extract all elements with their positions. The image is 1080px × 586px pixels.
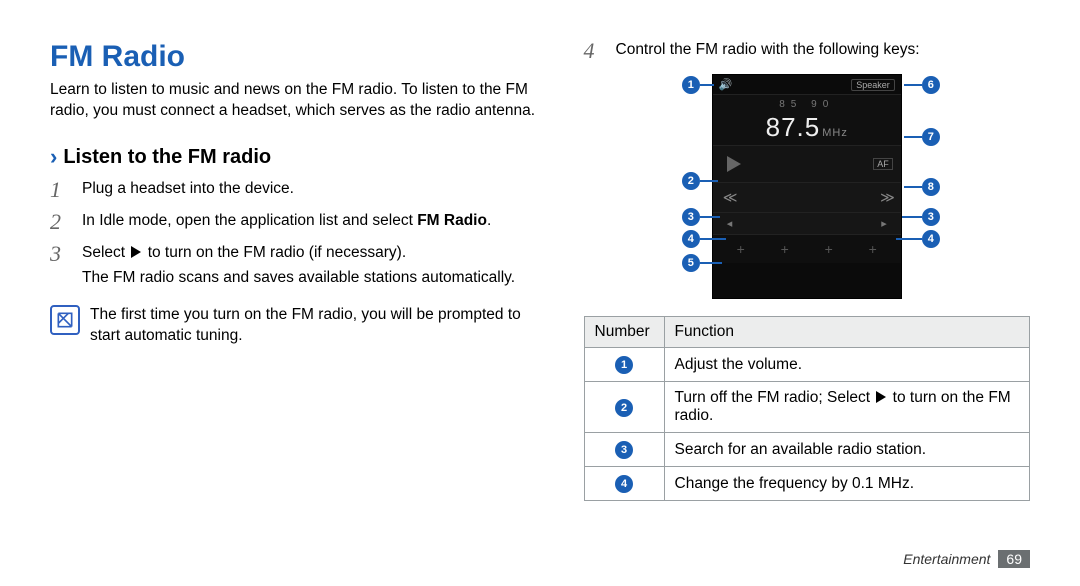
- steps-list: 1 Plug a headset into the device. 2 In I…: [50, 179, 544, 299]
- seek-back-icon: ≪: [723, 189, 734, 206]
- play-icon: [876, 391, 886, 403]
- th-function: Function: [664, 317, 1030, 348]
- step-number: 3: [50, 243, 76, 265]
- step-text-bold: FM Radio: [417, 212, 487, 229]
- radio-seek-row: ≪ ≫: [713, 183, 901, 213]
- step-fwd-icon: ▸: [881, 217, 887, 230]
- frequency-value: 87.5: [766, 112, 821, 142]
- callout-lead: [904, 84, 922, 86]
- radio-step-row: ◂ ▸: [713, 213, 901, 235]
- th-number: Number: [584, 317, 664, 348]
- step-number: 2: [50, 211, 76, 233]
- seek-fwd-icon: ≫: [880, 189, 891, 206]
- table-row: 1 Adjust the volume.: [584, 348, 1030, 382]
- play-icon: [131, 246, 141, 258]
- callout-7: 7: [922, 128, 940, 146]
- callout-lead: [896, 238, 922, 240]
- table-row: 4 Change the frequency by 0.1 MHz.: [584, 467, 1030, 501]
- step-2: 2 In Idle mode, open the application lis…: [50, 211, 544, 233]
- step-text-part: Select: [82, 244, 129, 261]
- af-label: AF: [873, 158, 893, 170]
- chevron-right-icon: ›: [50, 146, 57, 168]
- table-row: 3 Search for an available radio station.: [584, 433, 1030, 467]
- fav-slot-icon: +: [781, 241, 789, 257]
- step-text: Control the FM radio with the following …: [616, 40, 1031, 61]
- subheading: › Listen to the FM radio: [50, 146, 544, 169]
- function-table: Number Function 1 Adjust the volume. 2 T…: [584, 316, 1031, 501]
- fav-slot-icon: +: [869, 241, 877, 257]
- step-number: 4: [584, 40, 610, 62]
- callout-4: 4: [682, 230, 700, 248]
- page-footer: Entertainment 69: [903, 550, 1030, 568]
- cell-text-part: Turn off the FM radio; Select: [675, 389, 875, 406]
- radio-figure: 🔊 Speaker 85 90 87.5MHz AF ≪ ≫: [584, 72, 1031, 302]
- callout-2: 2: [682, 172, 700, 190]
- speaker-label: Speaker: [851, 79, 895, 91]
- footer-section: Entertainment: [903, 551, 990, 567]
- step-text-part: .: [487, 212, 491, 229]
- callout-lead: [700, 180, 718, 182]
- callout-3: 3: [922, 208, 940, 226]
- cell-number: 4: [584, 467, 664, 501]
- cell-function: Turn off the FM radio; Select to turn on…: [664, 382, 1030, 433]
- step-text-part: to turn on the FM radio (if necessary).: [143, 244, 406, 261]
- step-text-secondary: The FM radio scans and saves available s…: [82, 268, 544, 289]
- callout-1: 1: [682, 76, 700, 94]
- callout-lead: [700, 238, 726, 240]
- note-text: The first time you turn on the FM radio,…: [90, 305, 544, 347]
- callout-lead: [700, 216, 720, 218]
- cell-number: 3: [584, 433, 664, 467]
- step-4: 4 Control the FM radio with the followin…: [584, 40, 1031, 62]
- cell-function: Change the frequency by 0.1 MHz.: [664, 467, 1030, 501]
- step-3: 3 Select to turn on the FM radio (if nec…: [50, 243, 544, 289]
- num-bubble: 4: [615, 475, 633, 493]
- callout-8: 8: [922, 178, 940, 196]
- step-text: In Idle mode, open the application list …: [82, 211, 544, 232]
- note-icon: [50, 305, 80, 335]
- cell-number: 2: [584, 382, 664, 433]
- radio-device: 🔊 Speaker 85 90 87.5MHz AF ≪ ≫: [712, 74, 902, 299]
- num-bubble: 1: [615, 356, 633, 374]
- step-1: 1 Plug a headset into the device.: [50, 179, 544, 201]
- cell-number: 1: [584, 348, 664, 382]
- callout-lead: [700, 262, 722, 264]
- step-back-icon: ◂: [727, 217, 733, 230]
- page-title: FM Radio: [50, 40, 544, 74]
- radio-fav-row: + + + +: [713, 235, 901, 263]
- right-column: 4 Control the FM radio with the followin…: [584, 40, 1031, 556]
- callout-lead: [904, 186, 922, 188]
- callout-5: 5: [682, 254, 700, 272]
- callout-lead: [700, 84, 714, 86]
- step-text: Plug a headset into the device.: [82, 179, 544, 200]
- cell-function: Adjust the volume.: [664, 348, 1030, 382]
- radio-dial: 85 90 87.5MHz: [713, 95, 901, 146]
- footer-page-number: 69: [998, 550, 1030, 568]
- step-text-part: In Idle mode, open the application list …: [82, 212, 417, 229]
- intro-text: Learn to listen to music and news on the…: [50, 80, 544, 122]
- num-bubble: 2: [615, 399, 633, 417]
- left-column: FM Radio Learn to listen to music and ne…: [50, 40, 544, 556]
- callout-3: 3: [682, 208, 700, 226]
- fav-slot-icon: +: [737, 241, 745, 257]
- callout-lead: [902, 216, 922, 218]
- frequency-unit: MHz: [822, 127, 848, 139]
- cell-function: Search for an available radio station.: [664, 433, 1030, 467]
- callout-4: 4: [922, 230, 940, 248]
- fav-slot-icon: +: [825, 241, 833, 257]
- note: The first time you turn on the FM radio,…: [50, 305, 544, 347]
- step-text: Select to turn on the FM radio (if neces…: [82, 243, 544, 289]
- radio-scale: 85 90: [713, 99, 901, 110]
- subheading-text: Listen to the FM radio: [63, 146, 271, 169]
- num-bubble: 3: [615, 441, 633, 459]
- radio-figure-inner: 🔊 Speaker 85 90 87.5MHz AF ≪ ≫: [662, 72, 952, 302]
- play-icon: [727, 156, 741, 172]
- volume-icon: 🔊: [719, 78, 733, 91]
- radio-topbar: 🔊 Speaker: [713, 75, 901, 95]
- step-number: 1: [50, 179, 76, 201]
- table-row: 2 Turn off the FM radio; Select to turn …: [584, 382, 1030, 433]
- callout-lead: [904, 136, 922, 138]
- radio-frequency: 87.5MHz: [713, 112, 901, 143]
- callout-6: 6: [922, 76, 940, 94]
- radio-power-row: AF: [713, 146, 901, 183]
